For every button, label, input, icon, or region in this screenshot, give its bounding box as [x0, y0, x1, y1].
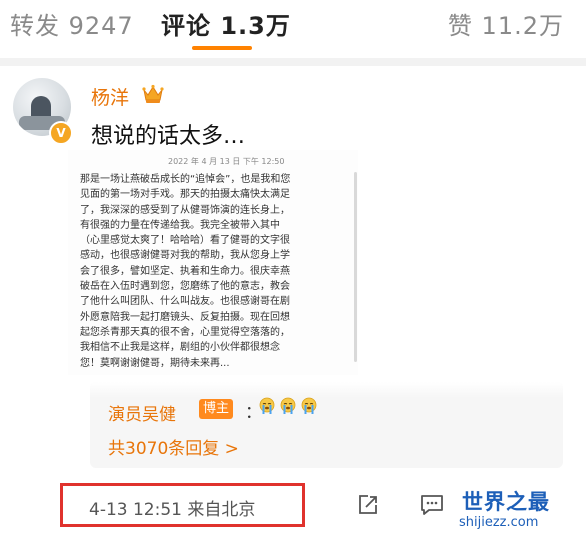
comment-text: 想说的话太多… [91, 124, 246, 149]
letter-timestamp: 2022 年 4 月 13 日 下午 12:50 [168, 157, 285, 166]
letter-line: 有很强的力量在传递给我。我完全被带入其中 [80, 219, 280, 231]
letter-line: 了他什么叫团队、什么叫战友。也很感谢哥在剧 [80, 296, 290, 308]
tab-repost[interactable]: 转发 9247 [10, 6, 134, 41]
watermark-url: shijiezz.com [459, 515, 539, 530]
verified-badge: V [49, 121, 73, 145]
letter-line: 起您杀青那天真的很不舍，心里觉得空落落的， [80, 326, 290, 338]
tab-comments[interactable]: 评论 1.3万 [161, 6, 291, 41]
letter-line: （心里感觉太爽了！哈哈哈）看了健哥的文字很 [80, 235, 290, 247]
letter-scrollbar [354, 172, 357, 362]
reply-author[interactable]: 演员吴健 [108, 400, 176, 425]
annotation-highlight-box [60, 483, 305, 527]
active-tab-indicator [192, 46, 252, 50]
watermark-title: 世界之最 [462, 490, 550, 514]
letter-line: 会了很多，譬如坚定、执着和生命力。很庆幸燕 [80, 265, 290, 277]
letter-line: 外愿意陪我一起打磨镜头、反复拍摄。现在回想 [80, 311, 290, 323]
cry-face-emoji-icon [301, 397, 317, 414]
comment-bubble-icon[interactable] [420, 494, 444, 516]
letter-line: 您！莫啊谢谢健哥，期待未来再... [80, 357, 230, 369]
letter-line: 我相信不止我是这样，剧组的小伙伴都很想念 [80, 342, 280, 354]
tab-likes[interactable]: 赞 11.2万 [448, 6, 564, 41]
interaction-tabs: 转发 9247 评论 1.3万 赞 11.2万 [0, 0, 586, 50]
view-replies-link[interactable]: 共3070条回复 > [108, 434, 239, 459]
section-divider [0, 58, 586, 66]
letter-line: 感动，也很感谢健哥对我的帮助，我从您身上学 [80, 250, 290, 262]
letter-line: 那是一场让燕破岳成长的“追悼会”，也是我和您 [80, 174, 291, 185]
letter-line: 见面的第一场对手戏。那天的拍摄太痛快太满足 [80, 189, 290, 201]
crown-icon [142, 84, 164, 103]
letter-line: 了，我深深的感受到了从健哥饰演的连长身上， [80, 204, 290, 216]
letter-line: 破岳在入伍时遇到您，您磨练了他的意志，教会 [80, 281, 290, 293]
comment-image-letter[interactable]: 2022 年 4 月 13 日 下午 12:50 那是一场让燕破岳成长的“追悼会… [68, 150, 358, 375]
letter-body: 那是一场让燕破岳成长的“追悼会”，也是我和您 见面的第一场对手戏。那天的拍摄太痛… [80, 172, 350, 371]
reply-fade [90, 382, 563, 398]
comment-username[interactable]: 杨洋 [91, 83, 129, 110]
blogger-badge: 博主 [199, 399, 234, 419]
share-edit-icon[interactable] [357, 494, 379, 516]
reply-preview[interactable]: 演员吴健 博主 ： 共3070条回复 > [90, 382, 563, 468]
cry-face-emoji-icon [280, 397, 296, 414]
cry-face-emoji-icon [259, 397, 275, 414]
